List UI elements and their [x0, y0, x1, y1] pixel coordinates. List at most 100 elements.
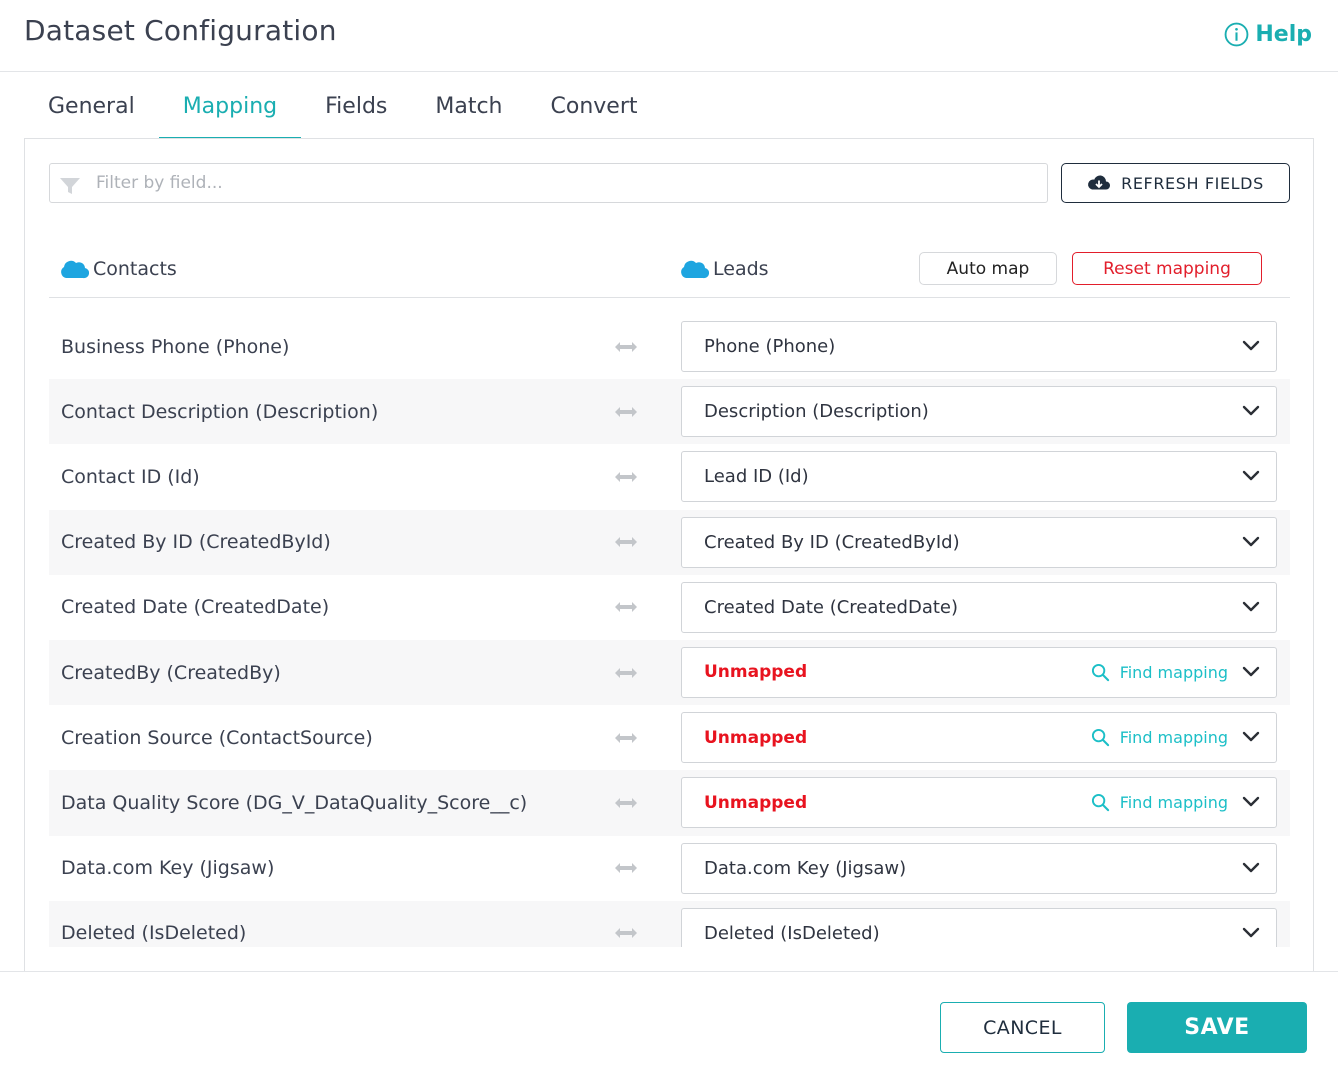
save-button[interactable]: SAVE — [1127, 1002, 1307, 1053]
bidirectional-arrow-icon — [615, 471, 637, 482]
help-label: Help — [1255, 22, 1312, 47]
target-field-select[interactable]: Deleted (IsDeleted) — [681, 907, 1277, 947]
mapping-panel: REFRESH FIELDS Contacts Leads Auto map R… — [24, 138, 1314, 972]
target-field-select[interactable]: Data.com Key (Jigsaw) — [681, 842, 1277, 894]
cancel-button[interactable]: CANCEL — [940, 1002, 1105, 1053]
target-field-value: Deleted (IsDeleted) — [704, 922, 880, 944]
target-field-select[interactable]: Unmapped Find mapping — [681, 712, 1277, 764]
chevron-down-icon — [1242, 731, 1260, 742]
salesforce-cloud-icon — [61, 260, 89, 279]
source-field-label: Created Date (CreatedDate) — [61, 596, 330, 619]
target-field-select[interactable]: Unmapped Find mapping — [681, 646, 1277, 698]
mapping-row: Data Quality Score (DG_V_DataQuality_Sco… — [49, 770, 1290, 836]
info-icon — [1225, 22, 1249, 47]
search-icon — [1091, 663, 1109, 682]
target-field-value: Data.com Key (Jigsaw) — [704, 857, 907, 879]
bidirectional-arrow-icon — [615, 797, 637, 808]
target-field-select[interactable]: Phone (Phone) — [681, 321, 1277, 372]
help-link[interactable]: Help — [1224, 22, 1312, 47]
tab-bar: General Mapping Fields Match Convert — [24, 86, 662, 139]
bidirectional-arrow-icon — [615, 667, 637, 678]
target-field-select[interactable]: Unmapped Find mapping — [681, 777, 1277, 829]
mapping-row: Data.com Key (Jigsaw) Data.com Key (Jigs… — [49, 836, 1290, 901]
find-mapping-label: Find mapping — [1119, 662, 1228, 682]
bidirectional-arrow-icon — [615, 406, 637, 417]
find-mapping-label: Find mapping — [1119, 793, 1228, 813]
source-object-label: Contacts — [93, 258, 177, 280]
target-field-select[interactable]: Lead ID (Id) — [681, 451, 1277, 503]
dialog-footer: CANCEL SAVE — [0, 971, 1338, 1070]
tab-general[interactable]: General — [24, 86, 159, 139]
mapping-row: Creation Source (ContactSource) Unmapped… — [49, 705, 1290, 770]
chevron-down-icon — [1242, 405, 1260, 416]
refresh-fields-label: REFRESH FIELDS — [1121, 173, 1264, 193]
find-mapping-link[interactable]: Find mapping — [1091, 778, 1228, 827]
source-field-label: Contact Description (Description) — [61, 400, 379, 423]
cloud-download-icon — [1088, 175, 1111, 190]
tab-fields[interactable]: Fields — [301, 86, 411, 139]
filter-icon — [60, 178, 80, 194]
mapping-list: Business Phone (Phone) Phone (Phone) Con… — [49, 314, 1290, 947]
source-field-label: Business Phone (Phone) — [61, 335, 290, 358]
bidirectional-arrow-icon — [615, 928, 637, 939]
tab-mapping[interactable]: Mapping — [158, 86, 302, 139]
chevron-down-icon — [1242, 797, 1260, 807]
bidirectional-arrow-icon — [615, 863, 637, 874]
source-object-header: Contacts — [59, 253, 177, 285]
target-object-label: Leads — [713, 258, 769, 280]
search-icon — [1091, 794, 1109, 812]
header-divider — [49, 297, 1290, 298]
target-field-value: Lead ID (Id) — [704, 466, 809, 488]
filter-box — [49, 163, 1048, 203]
tab-convert[interactable]: Convert — [527, 86, 662, 139]
target-field-value: Unmapped — [704, 662, 808, 683]
mapping-row: Contact ID (Id) Lead ID (Id) — [49, 444, 1290, 509]
auto-map-button[interactable]: Auto map — [919, 252, 1057, 285]
mapping-row: CreatedBy (CreatedBy) Unmapped Find mapp… — [49, 639, 1290, 706]
target-field-value: Created By ID (CreatedById) — [704, 531, 960, 553]
mapping-row: Deleted (IsDeleted) Deleted (IsDeleted) — [49, 900, 1290, 947]
target-field-value: Unmapped — [704, 792, 808, 813]
reset-mapping-button[interactable]: Reset mapping — [1072, 252, 1262, 285]
mapping-row: Business Phone (Phone) Phone (Phone) — [49, 314, 1290, 379]
search-icon — [1091, 729, 1109, 747]
source-field-label: CreatedBy (CreatedBy) — [61, 661, 281, 684]
bidirectional-arrow-icon — [615, 341, 637, 352]
source-field-label: Data.com Key (Jigsaw) — [61, 857, 275, 880]
chevron-down-icon — [1242, 471, 1260, 481]
target-field-value: Created Date (CreatedDate) — [704, 596, 959, 618]
target-field-select[interactable]: Created Date (CreatedDate) — [681, 581, 1277, 633]
source-field-label: Creation Source (ContactSource) — [61, 726, 373, 749]
chevron-down-icon — [1242, 862, 1260, 872]
tab-match[interactable]: Match — [411, 86, 526, 139]
target-field-value: Description (Description) — [704, 401, 929, 423]
chevron-down-icon — [1242, 340, 1260, 351]
source-field-label: Data Quality Score (DG_V_DataQuality_Sco… — [61, 791, 528, 814]
bidirectional-arrow-icon — [615, 602, 637, 613]
chevron-down-icon — [1242, 601, 1260, 611]
target-field-value: Unmapped — [704, 727, 808, 748]
refresh-fields-button[interactable]: REFRESH FIELDS — [1061, 163, 1290, 203]
salesforce-cloud-icon — [681, 260, 709, 279]
page-title: Dataset Configuration — [24, 14, 337, 47]
target-field-select[interactable]: Description (Description) — [681, 386, 1277, 438]
dialog-header: Dataset Configuration Help — [0, 0, 1338, 72]
target-field-value: Phone (Phone) — [704, 336, 836, 357]
chevron-down-icon — [1242, 666, 1260, 677]
chevron-down-icon — [1242, 536, 1260, 546]
bidirectional-arrow-icon — [615, 732, 637, 743]
mapping-row: Contact Description (Description) Descri… — [49, 379, 1290, 445]
mapping-row: Created By ID (CreatedById) Created By I… — [49, 509, 1290, 575]
mapping-row: Created Date (CreatedDate) Created Date … — [49, 575, 1290, 640]
find-mapping-link[interactable]: Find mapping — [1091, 713, 1228, 762]
source-field-label: Created By ID (CreatedById) — [61, 531, 331, 554]
source-field-label: Contact ID (Id) — [61, 465, 200, 488]
bidirectional-arrow-icon — [615, 537, 637, 548]
filter-input[interactable] — [96, 164, 1036, 202]
chevron-down-icon — [1242, 927, 1260, 937]
find-mapping-label: Find mapping — [1119, 728, 1228, 748]
target-field-select[interactable]: Created By ID (CreatedById) — [681, 516, 1277, 568]
find-mapping-link[interactable]: Find mapping — [1091, 648, 1228, 697]
target-object-header: Leads — [679, 253, 769, 285]
source-field-label: Deleted (IsDeleted) — [61, 922, 247, 945]
